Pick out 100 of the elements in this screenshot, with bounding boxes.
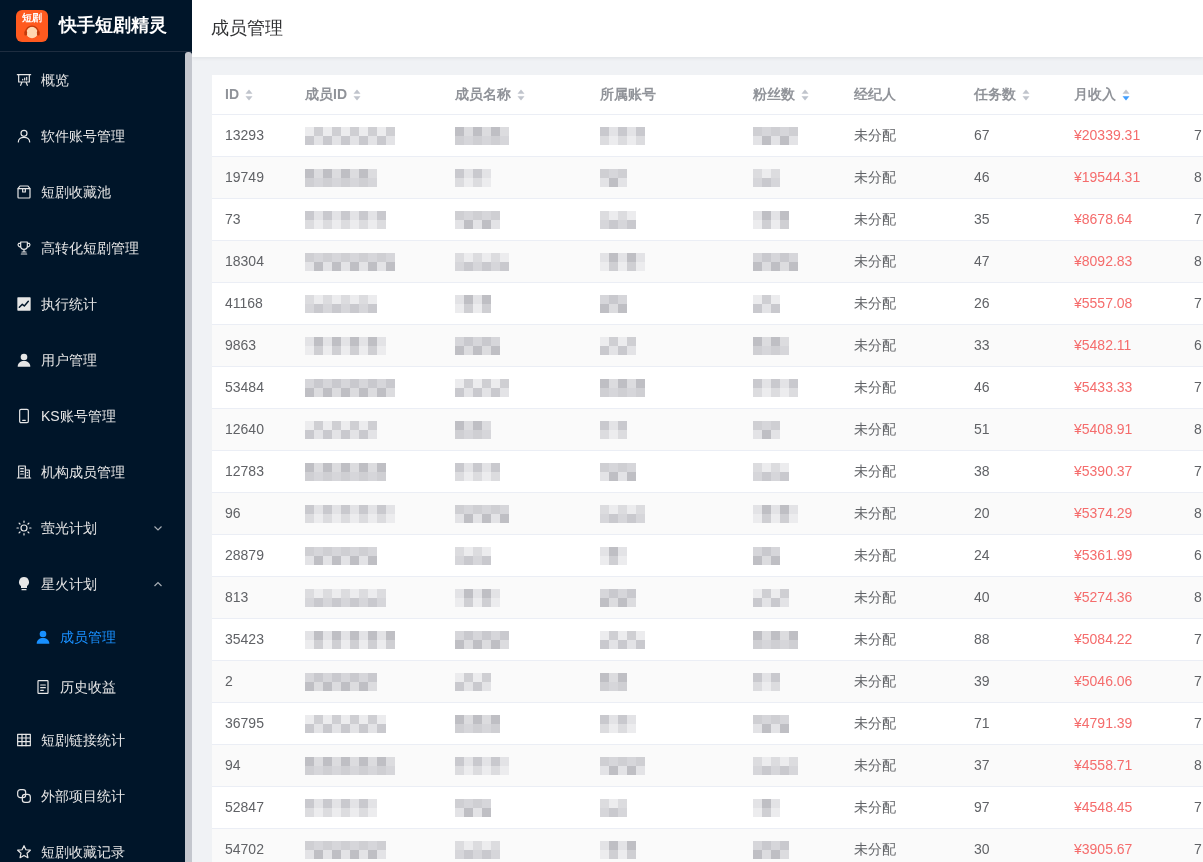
pixelated-redaction bbox=[600, 840, 636, 859]
table-cell-text: 未分配 bbox=[854, 420, 896, 439]
table-cell-text: 8 bbox=[1194, 756, 1202, 775]
table-cell-text: ¥5408.91 bbox=[1074, 420, 1133, 439]
pixelated-redaction bbox=[600, 294, 627, 313]
table-cell-text: 未分配 bbox=[854, 126, 896, 145]
sort-icon[interactable] bbox=[245, 88, 253, 101]
pixelated-redaction bbox=[753, 168, 780, 187]
sort-icon[interactable] bbox=[353, 88, 361, 101]
table-cell-text: 8 bbox=[1194, 588, 1202, 607]
pixelated-redaction bbox=[455, 168, 491, 187]
chevron-up-icon[interactable] bbox=[153, 579, 163, 589]
presentation-board-icon bbox=[16, 72, 32, 88]
table-cell-text: 35 bbox=[974, 210, 990, 229]
column-header: 经纪人 bbox=[854, 85, 896, 104]
table-cell-text: 13293 bbox=[225, 126, 264, 145]
document-icon bbox=[35, 679, 51, 695]
sidebar-item[interactable]: 短剧链接统计 bbox=[0, 712, 185, 768]
pixelated-redaction bbox=[455, 126, 509, 145]
pixelated-redaction bbox=[305, 672, 377, 691]
table-cell-text: 未分配 bbox=[854, 588, 896, 607]
pixelated-redaction bbox=[600, 756, 645, 775]
table-cell-text: 6 bbox=[1194, 546, 1202, 565]
table-cell-text: 71 bbox=[974, 714, 990, 733]
table-cell-text: 未分配 bbox=[854, 210, 896, 229]
pixelated-redaction bbox=[305, 798, 377, 817]
pixelated-redaction bbox=[753, 672, 780, 691]
sidebar-item[interactable]: 星火计划 bbox=[0, 556, 185, 612]
table-cell-text: ¥8678.64 bbox=[1074, 210, 1133, 229]
pixelated-redaction bbox=[600, 126, 645, 145]
sort-icon[interactable] bbox=[517, 88, 525, 101]
table-cell-text: 未分配 bbox=[854, 294, 896, 313]
sort-icon[interactable] bbox=[801, 88, 809, 101]
table-cell-text: 7 bbox=[1194, 714, 1202, 733]
pixelated-redaction bbox=[455, 546, 491, 565]
sort-icon[interactable] bbox=[1122, 88, 1130, 101]
table-cell-text: ¥20339.31 bbox=[1074, 126, 1141, 145]
pixelated-redaction bbox=[753, 420, 780, 439]
table-cell-text: ¥5557.08 bbox=[1074, 294, 1133, 313]
pixelated-redaction bbox=[455, 462, 500, 481]
sidebar-item[interactable]: 历史收益 bbox=[0, 662, 185, 712]
pixelated-redaction bbox=[455, 630, 509, 649]
table-cell-text: ¥3905.67 bbox=[1074, 840, 1133, 859]
table-cell-text: 18304 bbox=[225, 252, 264, 271]
pixelated-redaction bbox=[600, 252, 645, 271]
sidebar-item[interactable]: KS账号管理 bbox=[0, 388, 185, 444]
sidebar-item[interactable]: 概览 bbox=[0, 52, 185, 108]
table-cell-text: 37 bbox=[974, 756, 990, 775]
star-icon bbox=[16, 844, 32, 860]
table-cell-text: 19749 bbox=[225, 168, 264, 187]
table-cell-text: 33 bbox=[974, 336, 990, 355]
chevron-down-icon[interactable] bbox=[153, 523, 163, 533]
sidebar-item[interactable]: 成员管理 bbox=[0, 612, 185, 662]
pixelated-redaction bbox=[753, 378, 798, 397]
table-cell-text: 12783 bbox=[225, 462, 264, 481]
app-name: 快手短剧精灵 bbox=[59, 14, 167, 37]
table-cell-text: 46 bbox=[974, 168, 990, 187]
scrollbar-thumb[interactable] bbox=[185, 52, 192, 862]
pixelated-redaction bbox=[455, 588, 500, 607]
pixelated-redaction bbox=[305, 420, 377, 439]
sidebar-item[interactable]: 短剧收藏池 bbox=[0, 164, 185, 220]
sidebar-item[interactable]: 高转化短剧管理 bbox=[0, 220, 185, 276]
page-title: 成员管理 bbox=[211, 17, 283, 40]
pixelated-redaction bbox=[455, 378, 509, 397]
table-cell-text: 36795 bbox=[225, 714, 264, 733]
sidebar-item[interactable]: 外部项目统计 bbox=[0, 768, 185, 824]
table-cell-text: ¥4548.45 bbox=[1074, 798, 1133, 817]
sidebar-item[interactable]: 执行统计 bbox=[0, 276, 185, 332]
sidebar-item[interactable]: 用户管理 bbox=[0, 332, 185, 388]
user-icon bbox=[16, 128, 32, 144]
table-cell-text: 54702 bbox=[225, 840, 264, 859]
sidebar-item[interactable]: 萤光计划 bbox=[0, 500, 185, 556]
table-cell-text: 7 bbox=[1194, 294, 1202, 313]
pixelated-redaction bbox=[455, 252, 509, 271]
table-cell-text: 8 bbox=[1194, 420, 1202, 439]
pixelated-redaction bbox=[305, 294, 377, 313]
table-cell-text: 7 bbox=[1194, 672, 1202, 691]
pixelated-redaction bbox=[600, 210, 636, 229]
pixelated-redaction bbox=[600, 630, 645, 649]
table-cell-text: ¥5274.36 bbox=[1074, 588, 1133, 607]
pixelated-redaction bbox=[600, 798, 627, 817]
sort-icon[interactable] bbox=[1022, 88, 1030, 101]
table-cell-text: ¥5084.22 bbox=[1074, 630, 1133, 649]
table-grid-icon bbox=[16, 732, 32, 748]
sidebar-item[interactable]: 机构成员管理 bbox=[0, 444, 185, 500]
table-cell-text: 51 bbox=[974, 420, 990, 439]
line-chart-icon bbox=[16, 296, 32, 312]
overlapping-squares-icon bbox=[16, 788, 32, 804]
pixelated-redaction bbox=[600, 168, 627, 187]
table-cell-text: ¥5482.11 bbox=[1074, 336, 1132, 355]
table-cell-text: 未分配 bbox=[854, 630, 896, 649]
pixelated-redaction bbox=[753, 546, 780, 565]
sidebar-item[interactable]: 软件账号管理 bbox=[0, 108, 185, 164]
pixelated-redaction bbox=[600, 336, 636, 355]
sidebar-item[interactable]: 短剧收藏记录 bbox=[0, 824, 185, 862]
mobile-phone-icon bbox=[16, 408, 32, 424]
pixelated-redaction bbox=[753, 210, 789, 229]
table-cell-text: 97 bbox=[974, 798, 990, 817]
pixelated-redaction bbox=[753, 714, 789, 733]
table-cell-text: 26 bbox=[974, 294, 990, 313]
